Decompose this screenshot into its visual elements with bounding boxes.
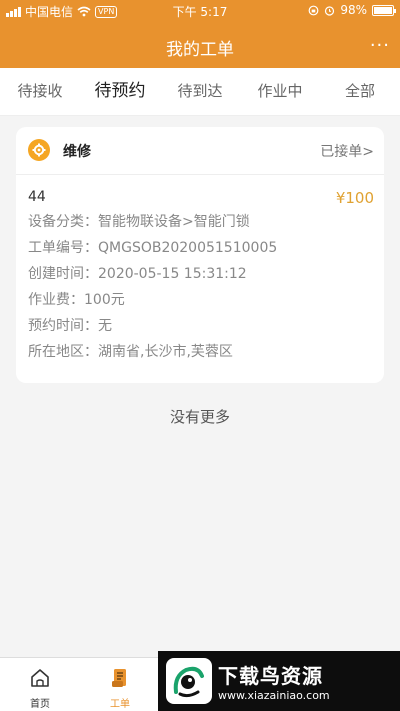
row-label: 所在地区： bbox=[28, 344, 98, 360]
repair-icon bbox=[28, 139, 50, 161]
watermark-text: 下载鸟资源 www.xiazainiao.com bbox=[218, 660, 330, 702]
header: 中国电信 VPN 下午 5:17 98% 我的工单 ··· bbox=[0, 0, 400, 68]
row-label: 预约时间： bbox=[28, 318, 98, 334]
tabbar-label: 工单 bbox=[110, 699, 130, 710]
page-title: 我的工单 bbox=[166, 40, 234, 60]
tabbar-item-home[interactable]: 首页 bbox=[0, 658, 80, 711]
order-name: 44 bbox=[28, 189, 46, 205]
alarm-icon bbox=[325, 5, 335, 16]
tab-in-progress[interactable]: 作业中 bbox=[240, 68, 320, 115]
order-card[interactable]: 维修 已接单> 44 ¥100 设备分类：智能物联设备>智能门锁 工单编号：QM… bbox=[16, 127, 384, 383]
row-value: 智能物联设备>智能门锁 bbox=[98, 214, 250, 230]
row-value: 无 bbox=[98, 318, 112, 334]
tab-pending-receive[interactable]: 待接收 bbox=[0, 68, 80, 115]
row-label: 创建时间： bbox=[28, 266, 98, 282]
lock-rotation-icon bbox=[308, 5, 319, 15]
tab-pending-arrival[interactable]: 待到达 bbox=[160, 68, 240, 115]
no-more-text: 没有更多 bbox=[169, 408, 230, 426]
battery-percent: 98% bbox=[340, 3, 367, 17]
order-row-appointment: 预约时间：无 bbox=[28, 318, 372, 335]
order-status-link[interactable]: 已接单> bbox=[320, 141, 374, 161]
row-value: 2020-05-15 15:31:12 bbox=[98, 266, 247, 282]
status-bar: 中国电信 VPN 下午 5:17 98% bbox=[0, 0, 400, 22]
tabbar-item-orders[interactable]: 工单 bbox=[80, 658, 160, 711]
battery-icon bbox=[372, 4, 396, 16]
order-row-fee: 作业费：100元 bbox=[28, 292, 372, 309]
row-value: 100元 bbox=[84, 292, 125, 308]
order-card-header: 维修 已接单> bbox=[16, 127, 384, 175]
more-button[interactable]: ··· bbox=[370, 35, 390, 56]
watermark-logo-icon bbox=[166, 658, 212, 704]
order-row-category: 设备分类：智能物联设备>智能门锁 bbox=[28, 214, 372, 231]
status-tabs: 待接收 待预约 待到达 作业中 全部 bbox=[0, 68, 400, 116]
row-label: 作业费： bbox=[28, 292, 84, 308]
order-icon bbox=[112, 669, 126, 687]
watermark: 下载鸟资源 www.xiazainiao.com bbox=[158, 651, 400, 711]
order-row-created: 创建时间：2020-05-15 15:31:12 bbox=[28, 266, 372, 283]
order-card-body: 44 ¥100 设备分类：智能物联设备>智能门锁 工单编号：QMGSOB2020… bbox=[16, 175, 384, 361]
watermark-url: www.xiazainiao.com bbox=[218, 689, 330, 702]
order-type: 维修 bbox=[63, 144, 91, 160]
home-icon bbox=[31, 669, 49, 687]
tabbar-label: 首页 bbox=[30, 699, 50, 710]
watermark-title: 下载鸟资源 bbox=[218, 664, 323, 688]
tab-pending-appointment[interactable]: 待预约 bbox=[80, 68, 160, 115]
order-row-region: 所在地区：湖南省,长沙市,芙蓉区 bbox=[28, 344, 372, 361]
row-label: 设备分类： bbox=[28, 214, 98, 230]
nav-bar: 我的工单 ··· bbox=[0, 22, 400, 68]
battery-fill bbox=[374, 6, 392, 14]
row-value: 湖南省,长沙市,芙蓉区 bbox=[98, 344, 233, 360]
row-label: 工单编号： bbox=[28, 240, 98, 256]
row-value: QMGSOB2020051510005 bbox=[98, 240, 278, 256]
status-right: 98% bbox=[308, 3, 396, 17]
order-row-number: 工单编号：QMGSOB2020051510005 bbox=[28, 240, 372, 257]
order-price: ¥100 bbox=[335, 189, 374, 207]
tab-all[interactable]: 全部 bbox=[320, 68, 400, 115]
